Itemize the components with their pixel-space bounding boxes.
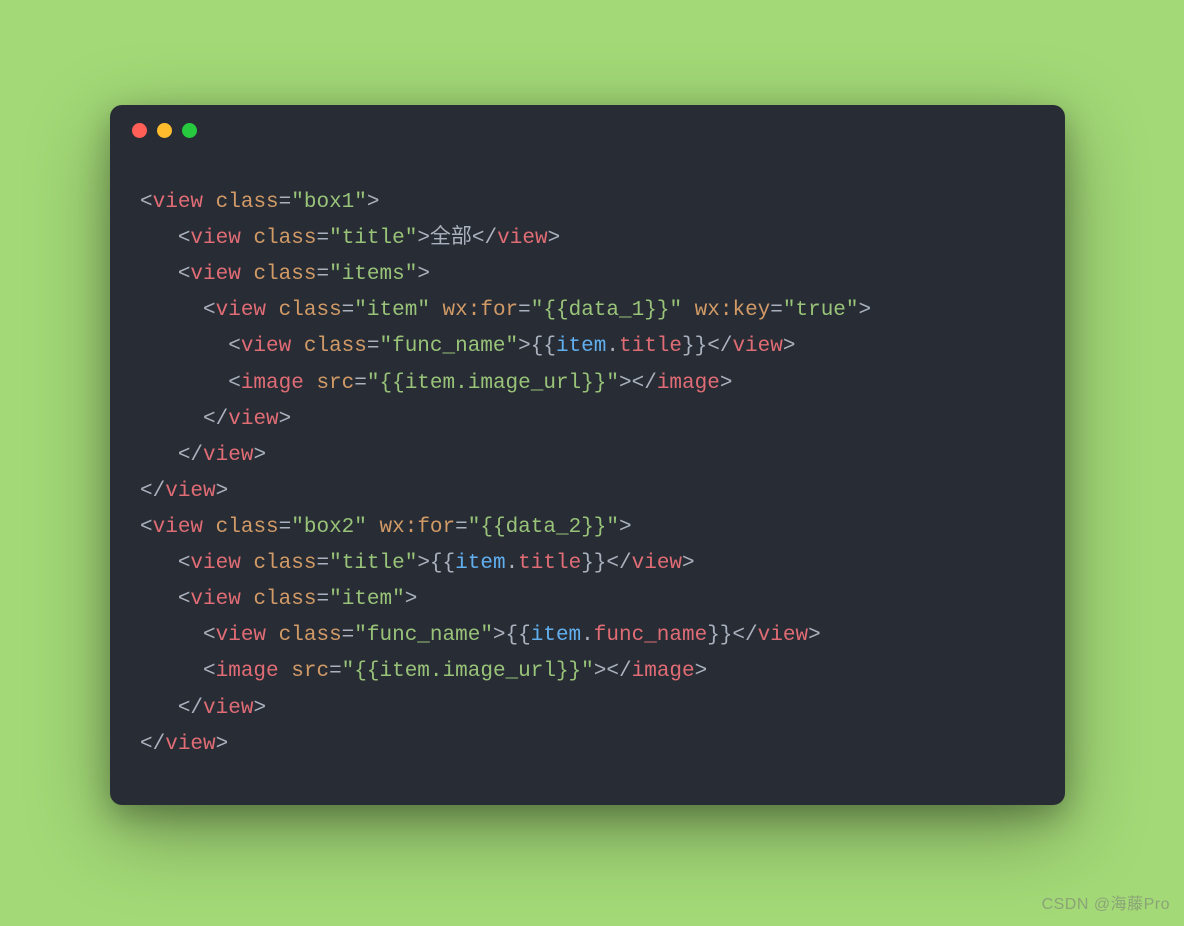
class-box2: box2 (304, 516, 354, 539)
prop-imageurl: image_url (468, 372, 581, 395)
attr-wxkey: wx:key (695, 299, 771, 322)
class-items: items (342, 263, 405, 286)
code-block: <view class="box1"> <view class="title">… (110, 155, 1065, 773)
close-icon (132, 123, 147, 138)
tag-image: image (241, 372, 304, 395)
expr-data1: data_1 (569, 299, 645, 322)
text-all: 全部 (430, 227, 472, 250)
zoom-icon (182, 123, 197, 138)
prop-funcname: func_name (594, 624, 707, 647)
class-title: title (342, 227, 405, 250)
prop-title: title (619, 335, 682, 358)
class-box1: box1 (304, 191, 354, 214)
window-titlebar (110, 105, 1065, 155)
tag-view: view (153, 191, 203, 214)
str-true: true (796, 299, 846, 322)
minimize-icon (157, 123, 172, 138)
class-item: item (367, 299, 417, 322)
attr-src: src (316, 372, 354, 395)
class-funcname: func_name (392, 335, 505, 358)
code-editor-window: <view class="box1"> <view class="title">… (110, 105, 1065, 805)
attr-wxfor: wx:for (443, 299, 519, 322)
angle-open: < (140, 191, 153, 214)
watermark-text: CSDN @海藤Pro (1042, 890, 1170, 914)
var-item: item (556, 335, 606, 358)
expr-data2: data_2 (506, 516, 582, 539)
attr-class: class (216, 191, 279, 214)
